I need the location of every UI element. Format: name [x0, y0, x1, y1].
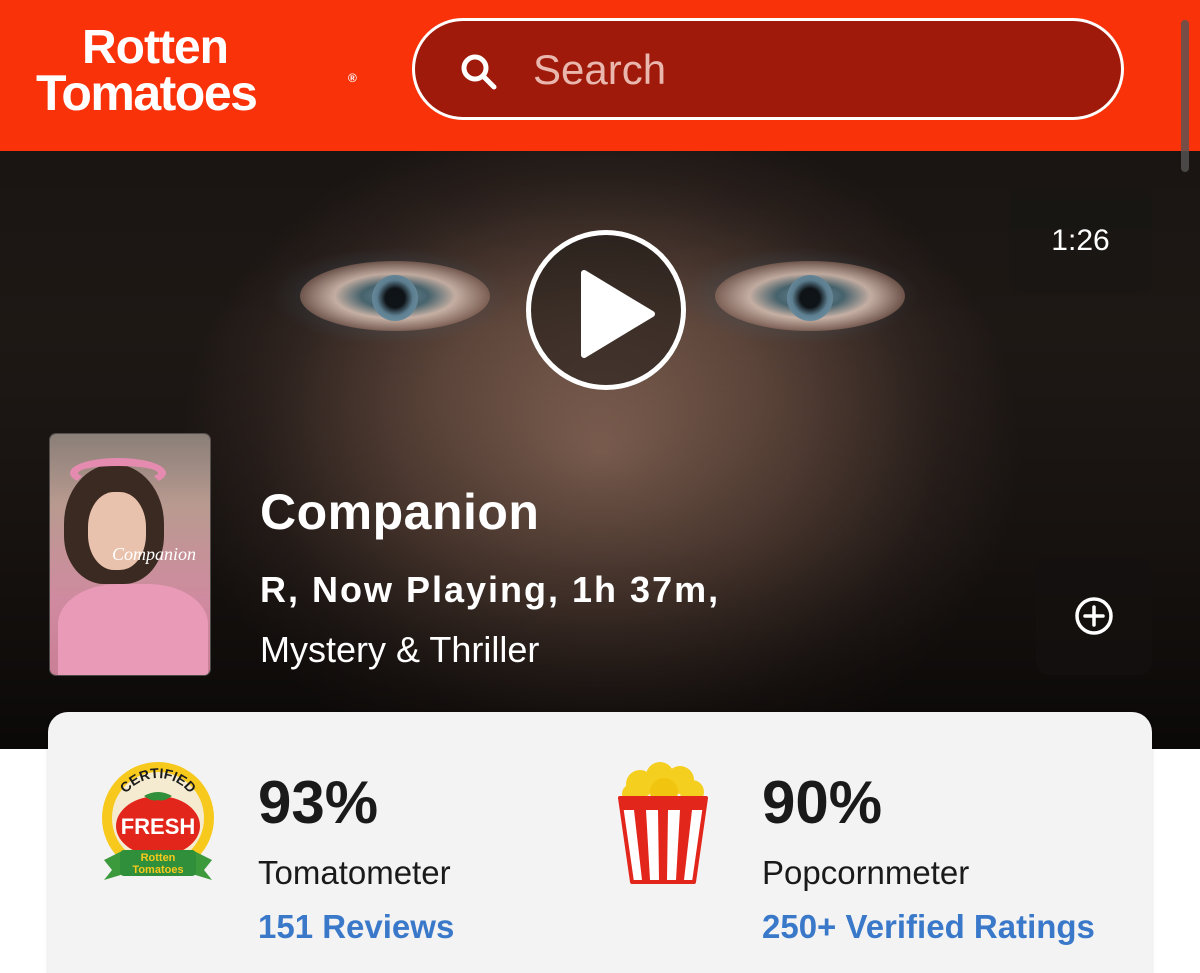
movie-meta: R, Now Playing, 1h 37m,	[260, 569, 721, 610]
badge-tomatoes-text: Tomatoes	[132, 864, 183, 876]
play-trailer-button[interactable]	[526, 230, 686, 390]
popcornmeter-score: 90%	[762, 769, 883, 836]
page-scrollbar[interactable]	[1181, 20, 1189, 172]
logo-registered-mark: ®	[348, 71, 357, 85]
score-panel: CERTIFIED FRESH Rotten Tomatoes 93% Toma…	[48, 712, 1152, 973]
poster-title: Companion	[112, 544, 197, 564]
search-input[interactable]	[533, 43, 1093, 97]
play-icon	[581, 270, 655, 358]
add-to-watchlist-button[interactable]	[1036, 558, 1152, 675]
search-icon[interactable]	[459, 52, 499, 92]
certified-fresh-icon: CERTIFIED FRESH Rotten Tomatoes	[102, 762, 214, 880]
tomatometer-score: 93%	[258, 769, 379, 836]
hero-trailer: 1:26 Companion Companion R, Now Playing,…	[0, 151, 1200, 749]
badge-fresh-text: FRESH	[121, 814, 196, 839]
tomatometer-reviews-link[interactable]: 151 Reviews	[258, 908, 454, 946]
tomatometer-label: Tomatometer	[258, 854, 451, 891]
search-bar[interactable]	[412, 18, 1124, 120]
badge-rotten-text: Rotten	[141, 852, 176, 864]
site-header: Rotten Tomatoes ®	[0, 0, 1200, 151]
trailer-duration-badge: 1:26	[1009, 188, 1152, 294]
add-circle-icon	[1075, 597, 1113, 635]
logo-line2: Tomatoes	[36, 65, 258, 121]
popcornmeter-label: Popcornmeter	[762, 854, 970, 891]
movie-genre: Mystery & Thriller	[260, 629, 540, 670]
popcornmeter-ratings-link[interactable]: 250+ Verified Ratings	[762, 908, 1095, 946]
rotten-tomatoes-logo[interactable]: Rotten Tomatoes ®	[36, 24, 357, 121]
movie-title: Companion	[260, 484, 540, 540]
movie-poster[interactable]: Companion	[50, 434, 210, 675]
popcorn-icon	[618, 762, 708, 884]
